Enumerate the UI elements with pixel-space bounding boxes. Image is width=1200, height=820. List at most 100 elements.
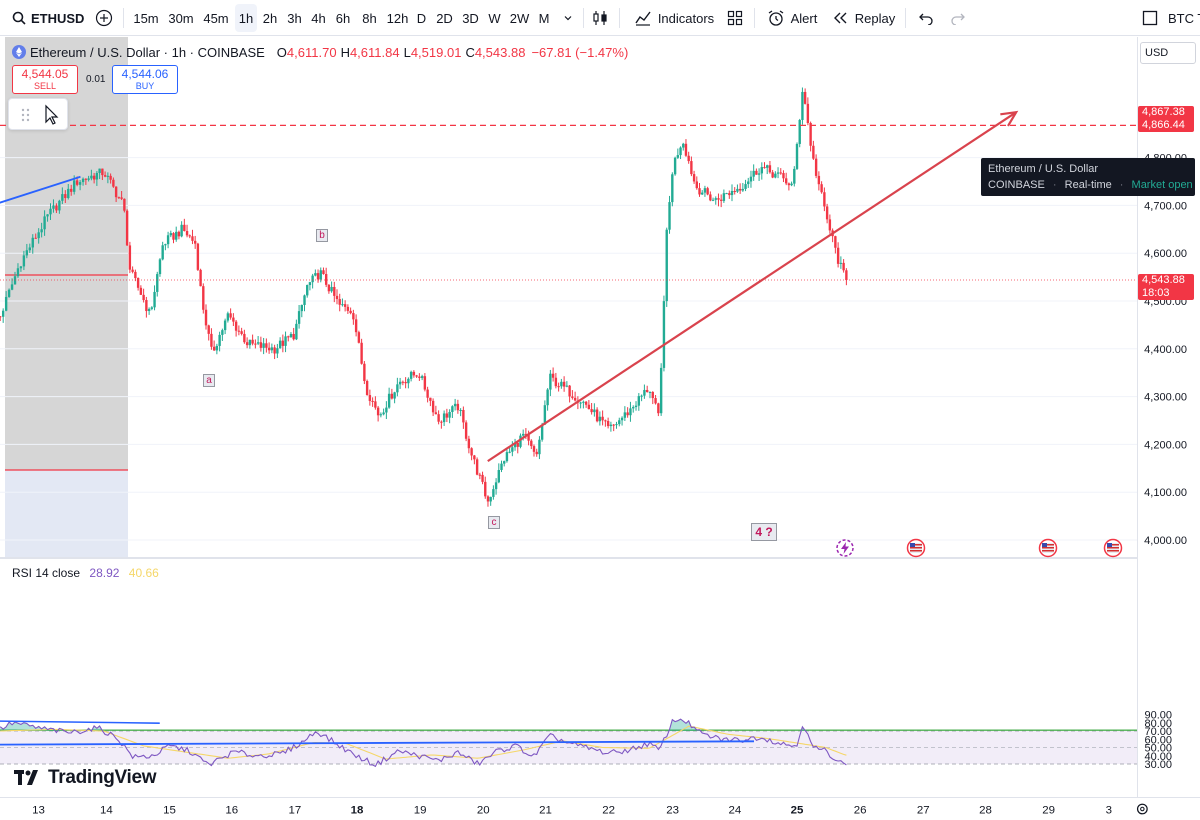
candle-body (573, 397, 577, 401)
sell-button[interactable]: 4,544.05 SELL (12, 65, 78, 94)
indicators-button[interactable]: Indicators (628, 4, 720, 32)
rewind-icon (833, 12, 847, 24)
candle (618, 417, 621, 427)
candle (374, 396, 377, 410)
candle-body (481, 474, 484, 482)
candle-body (582, 401, 585, 403)
timeframe-4h[interactable]: 4h (307, 4, 330, 32)
timeframe-12h[interactable]: 12h (384, 4, 411, 32)
top-toolbar: ETHUSD 15m 30m 45m 1h 2h 3h 4h 6h 8h 12h D 2D 3D W 2W M… (0, 0, 1200, 36)
candle-body (728, 193, 731, 196)
open-value: 4,611.70 (286, 44, 337, 60)
buy-button[interactable]: 4,544.06 BUY (112, 65, 178, 94)
us-flag-event-icon[interactable] (1038, 538, 1058, 558)
wave-label-c[interactable]: c (488, 516, 500, 529)
candle (322, 267, 325, 275)
timeframe-45m[interactable]: 45m (199, 4, 233, 32)
fullscreen-button[interactable] (1138, 4, 1162, 32)
toolbar-divider (583, 8, 584, 28)
candle (223, 318, 227, 335)
timeframe-15m[interactable]: 15m (130, 4, 162, 32)
templates-button[interactable] (724, 4, 746, 32)
undo-button[interactable] (914, 4, 938, 32)
timeframe-M[interactable]: M (534, 4, 554, 32)
timeframe-6h[interactable]: 6h (331, 4, 355, 32)
candle-body (467, 438, 471, 449)
undo-icon (919, 13, 933, 25)
candle-body (191, 236, 194, 241)
us-flag-event-icon[interactable] (1103, 538, 1123, 558)
candle-body (568, 385, 571, 397)
time-tick-label: 14 (100, 804, 113, 816)
time-tick-label: 13 (32, 804, 45, 816)
candle (145, 296, 148, 318)
candle-body (462, 409, 465, 423)
candle-body (464, 422, 468, 439)
timeframe-dropdown[interactable] (558, 4, 578, 32)
us-flag-event-icon[interactable] (906, 538, 926, 558)
candle (470, 447, 473, 461)
candle-body (72, 180, 76, 192)
timeframe-W[interactable]: W (484, 4, 505, 32)
candle-body (393, 392, 396, 399)
candle (267, 342, 271, 354)
candle (698, 182, 701, 197)
wave-label-a[interactable]: a (203, 374, 215, 387)
redo-button[interactable] (946, 4, 970, 32)
candle-body (823, 192, 826, 207)
event-lightning-icon[interactable] (835, 538, 855, 558)
timeframe-3D[interactable]: 3D (458, 4, 483, 32)
time-axis[interactable]: 13 14 15 16 17 18 19 20 21 22 23 24 25 26 27 28 29 3 (0, 797, 1200, 820)
alert-button[interactable]: Alert (762, 4, 822, 32)
candle-body (590, 409, 593, 413)
currency-selector[interactable]: USD (1140, 42, 1196, 64)
candle (505, 448, 509, 463)
candle-body (717, 198, 720, 200)
candle (365, 379, 369, 396)
candle (363, 361, 366, 385)
replay-button[interactable]: Replay (830, 4, 898, 32)
candle-body (64, 194, 67, 199)
price-chart[interactable]: 4,000.00 4,100.00 4,200.00 4,300.00 4,400.00… (0, 37, 1200, 557)
chart-type-button[interactable] (588, 4, 612, 32)
timeframe-3h[interactable]: 3h (283, 4, 306, 32)
candle (582, 400, 585, 409)
candle (747, 177, 750, 188)
candle-body (814, 158, 818, 176)
timeframe-D[interactable]: D (412, 4, 431, 32)
floating-drawing-toolbar[interactable] (8, 98, 68, 130)
candle (278, 337, 282, 349)
candle-body (654, 398, 657, 404)
candle-body (226, 313, 230, 321)
candle (623, 406, 627, 421)
timeframe-2W[interactable]: 2W (506, 4, 533, 32)
symbol-search-button[interactable]: ETHUSD (8, 4, 86, 32)
timeframe-30m[interactable]: 30m (164, 4, 198, 32)
timeframe-2D[interactable]: 2D (432, 4, 457, 32)
ascending-trendline (487, 111, 1017, 463)
candle-body (1, 310, 5, 317)
candle-body (300, 304, 303, 312)
candle-body (604, 420, 607, 422)
candle-body (265, 343, 268, 348)
settings-gear-icon[interactable] (1136, 803, 1148, 815)
candle (237, 325, 241, 336)
candle-body (67, 188, 70, 199)
candle-body (360, 342, 363, 364)
wave-label-4[interactable]: 4 ? (751, 523, 777, 541)
timeframe-1h[interactable]: 1h (235, 4, 257, 32)
candle-body (123, 198, 126, 211)
timeframe-2h[interactable]: 2h (258, 4, 282, 32)
candle-body (475, 459, 479, 475)
timeframe-8h[interactable]: 8h (356, 4, 383, 32)
time-tick-label: 15 (163, 804, 176, 816)
layout-grid-icon (727, 10, 743, 26)
rsi-chart[interactable]: 30.0040.0050.0060.0070.0080.0090.00 (0, 558, 1200, 798)
tradingview-logo[interactable]: TradingView (14, 766, 157, 790)
candle-body (387, 393, 391, 408)
candle (839, 256, 843, 269)
watchlist-symbol[interactable]: BTC T (1168, 4, 1200, 32)
wave-label-b[interactable]: b (316, 229, 328, 242)
compare-symbol-button[interactable] (92, 4, 116, 32)
symbol-legend: Ethereum / U.S. Dollar · 1h · COINBASE O… (12, 43, 628, 61)
